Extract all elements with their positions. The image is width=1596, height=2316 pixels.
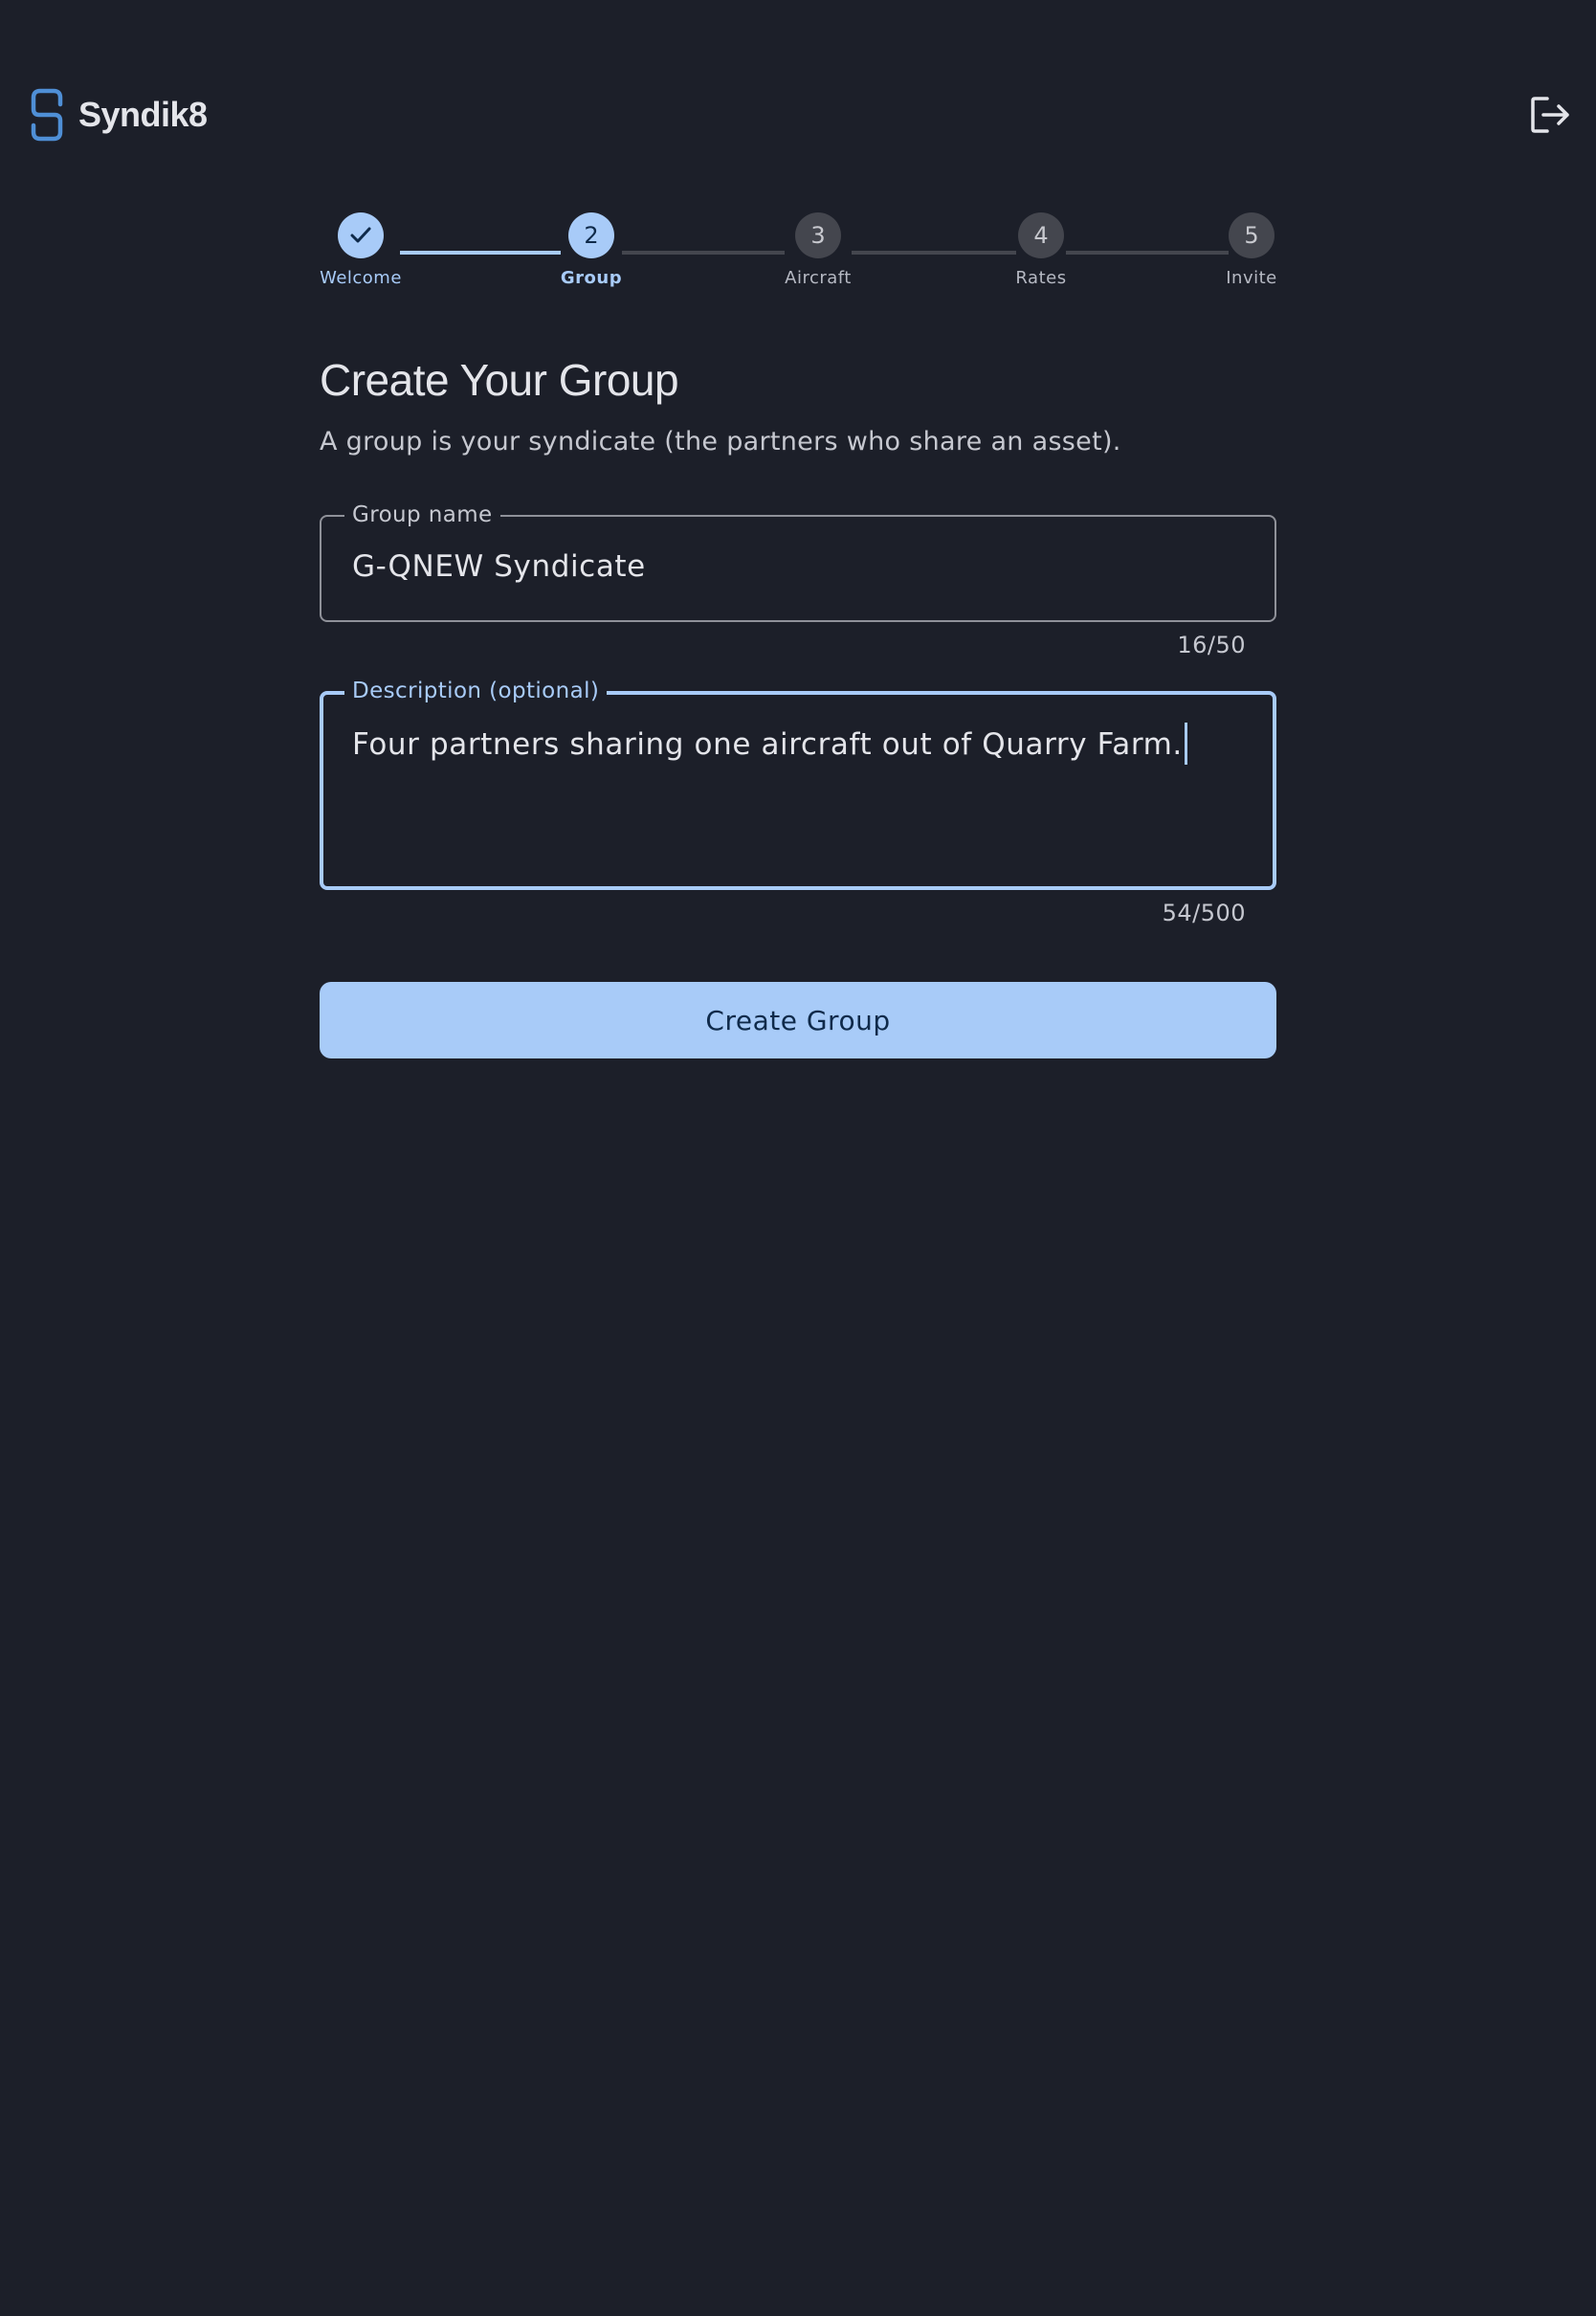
group-name-counter: 16/50 [1177, 632, 1246, 658]
step-invite: 5 Invite [1226, 212, 1277, 288]
step-label-invite: Invite [1226, 268, 1277, 288]
step-circle-welcome [338, 212, 384, 258]
stepper-connector-4 [1066, 251, 1229, 255]
onboarding-page: Syndik8 Welcome 2 Group 3 Aircraft 4 Rat… [0, 0, 1596, 2316]
step-group: 2 Group [559, 212, 624, 288]
checkmark-icon [350, 227, 371, 243]
logout-button[interactable] [1527, 92, 1573, 138]
stepper-connector-3 [852, 251, 1016, 255]
step-circle-group: 2 [568, 212, 614, 258]
step-label-welcome: Welcome [320, 268, 402, 288]
syndik8-logo-icon [31, 88, 63, 142]
logout-icon [1531, 97, 1569, 133]
step-label-group: Group [560, 268, 623, 288]
page-title: Create Your Group [320, 355, 679, 405]
description-counter: 54/500 [1162, 900, 1246, 926]
step-welcome: Welcome [320, 212, 402, 288]
step-label-rates: Rates [1015, 268, 1067, 288]
description-value-wrap: Four partners sharing one aircraft out o… [352, 722, 1187, 765]
description-label: Description (optional) [344, 679, 608, 703]
stepper-connector-2 [622, 251, 785, 255]
step-aircraft: 3 Aircraft [783, 212, 853, 288]
brand-name: Syndik8 [78, 95, 208, 134]
description-value: Four partners sharing one aircraft out o… [352, 727, 1183, 762]
text-caret [1184, 722, 1187, 765]
create-group-form: Create Your Group A group is your syndic… [320, 354, 1276, 1058]
description-field[interactable]: Description (optional) Four partners sha… [320, 679, 1276, 890]
step-rates: 4 Rates [1012, 212, 1070, 288]
progress-stepper: Welcome 2 Group 3 Aircraft 4 Rates 5 Inv… [320, 212, 1276, 299]
group-name-value: G-QNEW Syndicate [352, 549, 646, 584]
group-name-field[interactable]: Group name G-QNEW Syndicate [320, 502, 1276, 622]
page-subtitle: A group is your syndicate (the partners … [320, 427, 1121, 457]
step-circle-rates: 4 [1018, 212, 1064, 258]
step-circle-aircraft: 3 [795, 212, 841, 258]
stepper-connector-1 [400, 251, 561, 255]
step-circle-invite: 5 [1229, 212, 1275, 258]
create-group-button[interactable]: Create Group [320, 982, 1276, 1058]
step-label-aircraft: Aircraft [785, 268, 852, 288]
brand: Syndik8 [31, 88, 208, 142]
group-name-label: Group name [344, 502, 500, 527]
